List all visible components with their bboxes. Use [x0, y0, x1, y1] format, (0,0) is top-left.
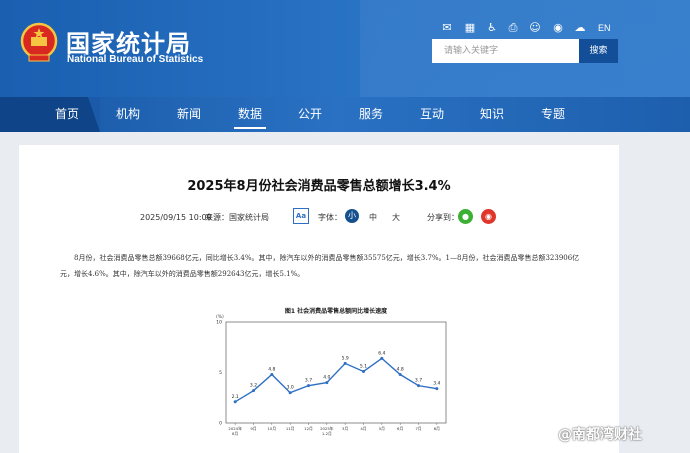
- retail-growth-chart: 图1 社会消费品零售总额同比增长速度 (%) 0 5 10 2024年 8月 9月 10月 11月…: [216, 307, 447, 436]
- x-tick-label-6: 3月: [342, 426, 348, 431]
- data-label-2: 4.8: [268, 367, 275, 373]
- font-size-label: 字体：: [318, 213, 342, 222]
- nav-item-topics[interactable]: 专题: [531, 97, 575, 132]
- data-label-0: 2.1: [232, 394, 239, 400]
- x-tick-label-7: 4月: [360, 426, 366, 431]
- data-point-4: [307, 384, 310, 388]
- font-size-toggle-icon[interactable]: Aa: [293, 208, 309, 224]
- data-point-11: [435, 387, 439, 391]
- y-tick-label-2: 10: [216, 320, 222, 326]
- x-tick-label-9: 6月: [397, 426, 403, 431]
- mail-icon[interactable]: ✉: [440, 21, 454, 35]
- data-point-6: [343, 361, 347, 365]
- font-large-button[interactable]: 大: [392, 213, 400, 223]
- data-label-4: 3.7: [305, 378, 312, 384]
- nav-item-org[interactable]: 机构: [106, 97, 150, 132]
- font-medium-button[interactable]: 中: [369, 213, 377, 223]
- article-paragraph: 8月份，社会消费品零售总额39668亿元，同比增长3.4%。其中，除汽车以外的消…: [60, 254, 580, 278]
- national-emblem-icon[interactable]: [20, 22, 58, 64]
- mobile-icon[interactable]: ☺: [528, 21, 542, 35]
- data-label-11: 3.4: [433, 381, 440, 387]
- y-axis-label: (%): [216, 314, 224, 320]
- data-point-2: [270, 373, 274, 377]
- chart-title: 图1 社会消费品零售总额同比增长速度: [285, 307, 388, 315]
- header-tools: ✉ ▦ ♿ ⎙ ☺ ◉ ☁: [440, 21, 620, 37]
- data-point-3: [288, 391, 292, 395]
- x-tick-label-4: 12月: [304, 426, 313, 431]
- nav-item-interact[interactable]: 互动: [410, 97, 454, 132]
- data-point-1: [252, 389, 255, 393]
- data-label-3: 3.0: [287, 385, 294, 391]
- nav-item-service[interactable]: 服务: [349, 97, 393, 132]
- x-tick-label-5: 2025年 1-2月: [320, 426, 334, 436]
- data-point-5: [325, 381, 329, 385]
- series-line: [234, 357, 437, 403]
- language-switch[interactable]: EN: [598, 23, 611, 33]
- nav-item-knowledge[interactable]: 知识: [470, 97, 514, 132]
- data-label-7: 5.1: [360, 363, 367, 369]
- x-tick-label-2: 10月: [268, 426, 277, 431]
- share-label: 分享到：: [427, 213, 459, 222]
- data-label-1: 3.2: [250, 383, 257, 389]
- data-label-5: 4.0: [323, 375, 330, 381]
- data-point-0: [233, 400, 237, 404]
- x-tick-label-0: 2024年 8月: [228, 426, 242, 436]
- nav-item-public[interactable]: 公开: [288, 97, 332, 132]
- data-point-7: [362, 369, 365, 373]
- x-tick-label-8: 5月: [379, 426, 385, 431]
- article-date: 2025/09/15 10:00: [140, 213, 212, 222]
- site-header: 国家统计局 National Bureau of Statistics ✉ ▦ …: [0, 0, 690, 97]
- print-icon[interactable]: ⎙: [506, 21, 520, 35]
- article-source: 来源：国家统计局: [205, 213, 269, 222]
- search-button[interactable]: 搜索: [579, 39, 618, 63]
- x-tick-label-11: 8月: [434, 426, 440, 431]
- nav-item-data[interactable]: 数据: [228, 97, 272, 132]
- main-nav: 首页 机构 新闻 数据 公开 服务 互动 知识 专题: [0, 97, 690, 132]
- nav-item-home[interactable]: 首页: [45, 97, 89, 132]
- data-label-6: 5.9: [342, 355, 349, 361]
- x-tick-label-1: 9月: [250, 426, 256, 431]
- data-label-8: 6.4: [378, 350, 385, 356]
- wechat-icon[interactable]: ☁: [573, 21, 587, 35]
- y-tick-label-0: 0: [219, 421, 222, 427]
- weibo-icon[interactable]: ◉: [551, 21, 565, 35]
- watermark: @南都湾财社: [558, 427, 642, 443]
- search-input[interactable]: 请输入关键字: [432, 39, 579, 63]
- accessibility-icon[interactable]: ♿: [485, 21, 499, 35]
- sitemap-icon[interactable]: ▦: [463, 21, 477, 35]
- font-small-button[interactable]: 小: [345, 209, 359, 223]
- nav-item-news[interactable]: 新闻: [167, 97, 211, 132]
- share-wechat-icon[interactable]: ●: [458, 209, 473, 224]
- article-card: 2025年8月份社会消费品零售总额增长3.4% 2025/09/15 10:00…: [19, 145, 619, 453]
- article-title: 2025年8月份社会消费品零售总额增长3.4%: [187, 179, 451, 194]
- data-point-9: [398, 373, 402, 377]
- x-tick-label-3: 11月: [286, 426, 295, 431]
- x-tick-label-10: 7月: [415, 426, 421, 431]
- data-point-10: [417, 384, 420, 388]
- brand-title-en: National Bureau of Statistics: [67, 54, 204, 65]
- data-point-8: [380, 356, 384, 360]
- data-label-9: 4.8: [397, 367, 404, 373]
- data-label-10: 3.7: [415, 378, 422, 384]
- share-weibo-icon[interactable]: ◉: [481, 209, 496, 224]
- y-tick-label-1: 5: [219, 370, 222, 376]
